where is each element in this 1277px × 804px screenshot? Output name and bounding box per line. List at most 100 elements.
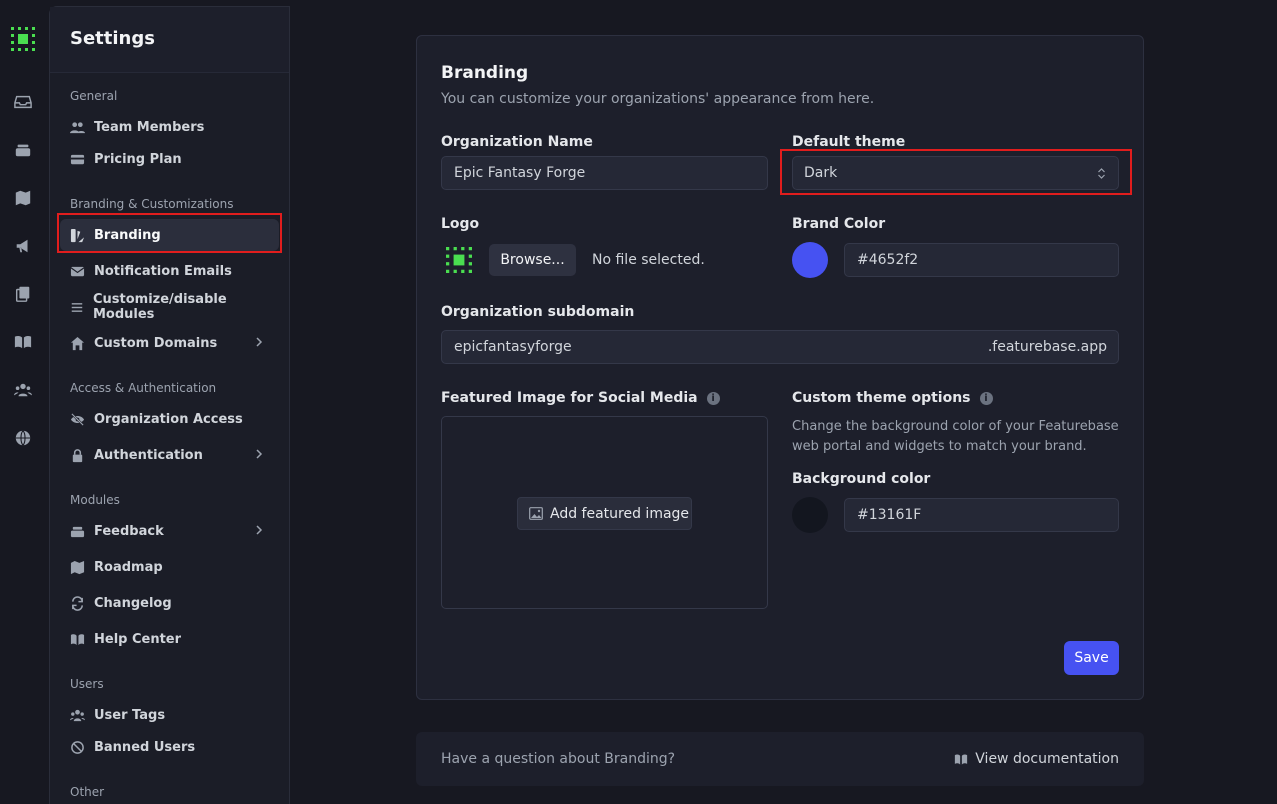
subdomain-label: Organization subdomain xyxy=(441,304,635,320)
feedback-stack-icon[interactable] xyxy=(14,141,32,159)
list-icon xyxy=(71,302,83,312)
section-label-branding: Branding & Customizations xyxy=(70,197,234,211)
custom-theme-label: Custom theme options i xyxy=(792,390,993,406)
section-label-other: Other xyxy=(70,785,105,799)
sidebar-item-authentication[interactable]: Authentication xyxy=(60,439,279,471)
highlight-box-default-theme xyxy=(780,149,1132,195)
sidebar-item-user-tags[interactable]: User Tags xyxy=(60,699,279,731)
help-question-text: Have a question about Branding? xyxy=(441,751,676,767)
section-label-general: General xyxy=(70,89,118,103)
section-label-modules: Modules xyxy=(70,493,120,507)
sidebar-header: Settings xyxy=(50,7,289,73)
icon-rail xyxy=(0,0,49,804)
image-icon xyxy=(529,507,543,520)
app-root: Settings General Team Members Pricing Pl… xyxy=(0,0,1277,804)
refresh-icon xyxy=(72,595,83,611)
bg-color-input[interactable]: #13161F xyxy=(844,498,1119,532)
sidebar-item-feedback[interactable]: Feedback xyxy=(60,515,279,547)
view-documentation-link[interactable]: View documentation xyxy=(954,751,1119,767)
sidebar-item-label: Feedback xyxy=(94,523,164,539)
custom-theme-description: Change the background color of your Feat… xyxy=(792,417,1119,457)
section-label-users: Users xyxy=(70,677,104,691)
sidebar-item-label: Banned Users xyxy=(94,739,196,755)
brand-color-input[interactable]: #4652f2 xyxy=(844,243,1119,277)
users-icon xyxy=(70,709,85,721)
help-footer-card: Have a question about Branding? View doc… xyxy=(416,732,1144,786)
featured-image-dropzone[interactable]: Add featured image xyxy=(441,416,768,609)
highlight-box-branding xyxy=(57,213,282,253)
brand-color-swatch[interactable] xyxy=(792,242,828,278)
sidebar-item-customize-modules[interactable]: Customize/disable Modules xyxy=(60,291,279,323)
sidebar-item-label: Roadmap xyxy=(94,559,163,575)
info-icon[interactable]: i xyxy=(979,392,993,405)
section-label-access: Access & Authentication xyxy=(70,381,217,395)
sidebar-item-custom-domains[interactable]: Custom Domains xyxy=(60,327,279,359)
roadmap-icon xyxy=(70,560,85,574)
sidebar-item-label: Help Center xyxy=(94,631,182,647)
inbox-icon[interactable] xyxy=(14,93,32,111)
custom-theme-label-text: Custom theme options xyxy=(792,390,971,406)
org-name-input[interactable]: Epic Fantasy Forge xyxy=(441,156,768,190)
featured-image-label-text: Featured Image for Social Media xyxy=(441,390,698,406)
globe-icon[interactable] xyxy=(14,429,32,447)
logo-label: Logo xyxy=(441,216,480,232)
eye-off-icon xyxy=(70,412,85,426)
sidebar-item-label: Team Members xyxy=(94,119,205,135)
sidebar-item-label: Changelog xyxy=(94,595,172,611)
page-subtitle: You can customize your organizations' ap… xyxy=(441,91,875,107)
default-theme-label: Default theme xyxy=(792,134,906,150)
feedback-stack-icon xyxy=(70,526,85,537)
chevron-right-icon xyxy=(256,525,263,535)
custom-theme-desc-line-2: web portal and widgets to match your bra… xyxy=(792,439,1087,454)
subdomain-suffix: .featurebase.app xyxy=(987,339,1107,355)
no-file-text: No file selected. xyxy=(592,252,705,268)
subdomain-value: epicfantasyforge xyxy=(454,339,572,355)
documents-icon[interactable] xyxy=(14,285,32,303)
megaphone-icon[interactable] xyxy=(14,237,32,255)
credit-card-icon xyxy=(70,154,85,164)
lock-icon xyxy=(72,448,83,462)
settings-sidebar: Settings General Team Members Pricing Pl… xyxy=(49,6,290,804)
featured-image-label: Featured Image for Social Media i xyxy=(441,390,720,406)
sidebar-title: Settings xyxy=(70,28,155,49)
home-icon xyxy=(70,336,85,350)
sidebar-item-organization-access[interactable]: Organization Access xyxy=(60,403,279,435)
chevron-right-icon xyxy=(256,449,263,459)
team-icon xyxy=(70,121,85,133)
sidebar-item-label: Pricing Plan xyxy=(94,151,182,167)
roadmap-icon[interactable] xyxy=(14,189,32,207)
sidebar-item-changelog[interactable]: Changelog xyxy=(60,587,279,619)
book-icon xyxy=(70,633,85,645)
info-icon[interactable]: i xyxy=(706,392,720,405)
sidebar-item-notification-emails[interactable]: Notification Emails xyxy=(60,255,279,287)
featurebase-logo-icon[interactable] xyxy=(11,27,35,51)
book-icon xyxy=(955,754,968,765)
add-featured-image-button[interactable]: Add featured image xyxy=(517,497,692,530)
sidebar-item-banned-users[interactable]: Banned Users xyxy=(60,731,279,763)
branding-card: Branding You can customize your organiza… xyxy=(416,35,1144,700)
add-featured-image-label: Add featured image xyxy=(550,505,690,522)
subdomain-input[interactable]: epicfantasyforge .featurebase.app xyxy=(441,330,1119,364)
sidebar-item-label: Custom Domains xyxy=(94,335,218,351)
browse-button[interactable]: Browse... xyxy=(489,244,576,276)
page-title: Branding xyxy=(441,63,529,83)
users-icon[interactable] xyxy=(14,381,32,399)
sidebar-item-roadmap[interactable]: Roadmap xyxy=(60,551,279,583)
save-button[interactable]: Save xyxy=(1064,641,1119,675)
sidebar-item-label: Notification Emails xyxy=(94,263,232,279)
bg-color-label: Background color xyxy=(792,471,931,487)
sidebar-item-label: Organization Access xyxy=(94,411,243,427)
help-book-icon[interactable] xyxy=(14,333,32,351)
logo-preview-icon xyxy=(446,247,472,273)
bg-color-swatch[interactable] xyxy=(792,497,828,533)
envelope-icon xyxy=(70,266,85,276)
sidebar-item-team-members[interactable]: Team Members xyxy=(60,111,279,143)
custom-theme-desc-line-1: Change the background color of your Feat… xyxy=(792,419,1119,434)
chevron-right-icon xyxy=(256,337,263,347)
brand-color-label: Brand Color xyxy=(792,216,886,232)
sidebar-item-label: User Tags xyxy=(94,707,166,723)
sidebar-item-pricing-plan[interactable]: Pricing Plan xyxy=(60,143,279,175)
sidebar-item-help-center[interactable]: Help Center xyxy=(60,623,279,655)
sidebar-item-label: Customize/disable Modules xyxy=(92,292,227,322)
view-documentation-label: View documentation xyxy=(975,751,1119,767)
